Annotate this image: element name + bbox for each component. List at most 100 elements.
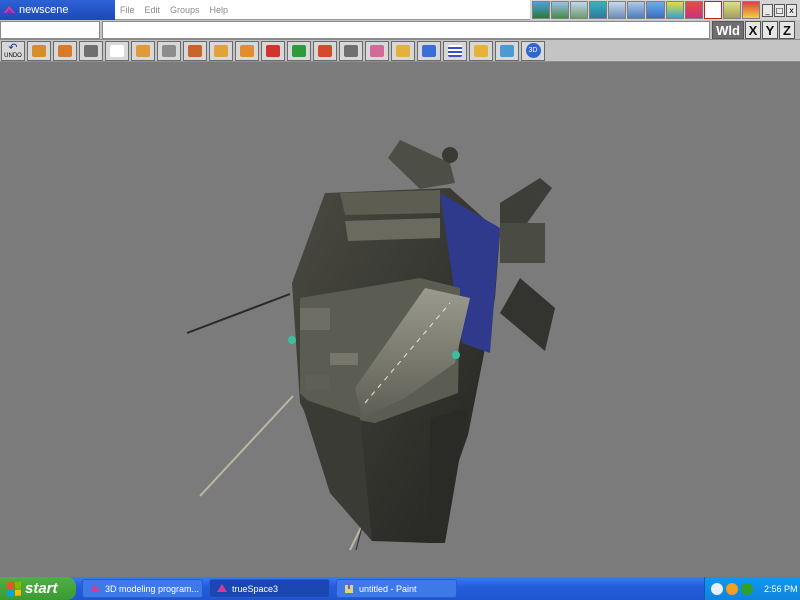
navigate-button[interactable] — [157, 40, 181, 61]
close-button[interactable]: x — [786, 3, 797, 17]
greeble — [305, 375, 329, 389]
navigate-icon — [162, 44, 176, 57]
primitives-button[interactable] — [417, 40, 441, 61]
plane-icon[interactable] — [570, 1, 589, 19]
light-dot — [452, 351, 460, 359]
deck-slat — [345, 218, 440, 241]
system-tray: 2:56 PM — [704, 577, 800, 600]
path-icon[interactable] — [551, 1, 570, 19]
undo-label: UNDO — [4, 52, 22, 59]
app-logo-icon — [217, 584, 227, 592]
task-paint[interactable]: untitled - Paint — [336, 579, 457, 598]
camera-icon[interactable] — [627, 1, 646, 19]
pointer-button[interactable] — [105, 40, 129, 61]
object-tool-icon — [32, 44, 46, 57]
paint-brush-icon — [370, 44, 384, 57]
clock[interactable]: 2:56 PM — [764, 584, 798, 594]
main-toolbar: ↶ UNDO 3D — [0, 40, 800, 62]
library-icon[interactable] — [722, 1, 741, 19]
antenna-line — [199, 395, 294, 497]
group-button[interactable] — [495, 40, 519, 61]
world-coords-button[interactable]: Wld — [712, 21, 744, 39]
link-button[interactable] — [313, 40, 337, 61]
material-ball-button[interactable] — [261, 40, 285, 61]
window-title: newscene — [19, 4, 69, 16]
deform-button[interactable] — [287, 40, 311, 61]
axis-y-button[interactable]: Y — [762, 21, 778, 39]
edit-button[interactable] — [391, 40, 415, 61]
title-bar: newscene File Edit Groups Help _ □ x — [0, 0, 800, 20]
title-pane[interactable]: newscene — [0, 0, 115, 20]
sphere-button[interactable] — [235, 40, 259, 61]
task-3d-modeling[interactable]: 3D modeling program... — [82, 579, 203, 598]
spline-icon — [344, 44, 358, 57]
camera-tool-button[interactable] — [79, 40, 103, 61]
task-label: trueSpace3 — [232, 583, 279, 594]
taskbar: start 3D modeling program... trueSpace3 … — [0, 577, 800, 600]
menu-help[interactable]: Help — [205, 5, 234, 15]
menu-file[interactable]: File — [115, 5, 140, 15]
start-label: start — [25, 580, 58, 597]
hull-side-fin — [430, 408, 468, 543]
render-icon[interactable] — [532, 1, 551, 19]
security-icon[interactable] — [741, 582, 753, 595]
task-label: untitled - Paint — [359, 583, 417, 594]
undo-button[interactable]: ↶ UNDO — [1, 40, 25, 61]
3d-viewport[interactable] — [0, 63, 800, 577]
material-icon[interactable] — [665, 1, 684, 19]
spline-button[interactable] — [339, 40, 363, 61]
truespace-window: newscene File Edit Groups Help _ □ x Wld… — [0, 0, 800, 600]
menu-groups[interactable]: Groups — [165, 5, 205, 15]
grid-icon[interactable] — [646, 1, 665, 19]
app-logo-icon — [4, 6, 15, 13]
object-name-field[interactable] — [0, 21, 100, 39]
frame-icon[interactable] — [703, 1, 722, 19]
view-3d-button[interactable]: 3D — [521, 40, 545, 61]
help-line-field — [102, 21, 710, 39]
material-ball-icon — [266, 44, 280, 57]
minimize-button[interactable]: _ — [762, 3, 773, 17]
top-toolbar — [530, 0, 760, 20]
tools-list: 3D — [27, 40, 545, 61]
shape-button[interactable] — [209, 40, 233, 61]
light-tool-button[interactable] — [469, 40, 493, 61]
camera-tool-icon — [84, 44, 98, 57]
windows-logo-icon — [7, 581, 21, 596]
paint-icon[interactable] — [684, 1, 703, 19]
antenna-line — [186, 293, 291, 334]
status-strip: Wld X Y Z — [0, 20, 800, 40]
axis-z-button[interactable]: Z — [779, 21, 795, 39]
rotate-button[interactable] — [131, 40, 155, 61]
edit-icon — [396, 44, 410, 57]
app-logo-icon — [90, 584, 100, 592]
light-icon[interactable] — [589, 1, 608, 19]
greeble — [500, 223, 545, 263]
axis-x-button[interactable]: X — [745, 21, 761, 39]
scale-button[interactable] — [183, 40, 207, 61]
sphere-icon — [240, 44, 254, 57]
grid-tool-button[interactable] — [443, 40, 467, 61]
shape-icon — [214, 44, 228, 57]
link-icon — [318, 44, 332, 57]
axis-selector: Wld X Y Z — [712, 21, 795, 39]
display-icon[interactable] — [608, 1, 627, 19]
paint-brush-button[interactable] — [365, 40, 389, 61]
pointer-icon — [110, 44, 124, 57]
light-dot — [288, 336, 296, 344]
hull-engine-lower — [500, 278, 555, 351]
light-tool-icon — [474, 44, 488, 57]
network-icon[interactable] — [726, 582, 738, 595]
maximize-button[interactable]: □ — [774, 3, 785, 17]
object-tool-button[interactable] — [27, 40, 51, 61]
deform-icon — [292, 44, 306, 57]
task-truespace[interactable]: trueSpace3 — [209, 579, 330, 598]
start-button[interactable]: start — [0, 577, 76, 600]
hull-tower — [388, 140, 455, 189]
primitives-icon — [422, 44, 436, 57]
deck-slat — [340, 190, 440, 215]
help-icon[interactable] — [741, 1, 760, 19]
tray-arrow-icon[interactable] — [711, 582, 723, 595]
space-carrier-model — [186, 140, 555, 551]
cube-button[interactable] — [53, 40, 77, 61]
menu-edit[interactable]: Edit — [140, 5, 166, 15]
